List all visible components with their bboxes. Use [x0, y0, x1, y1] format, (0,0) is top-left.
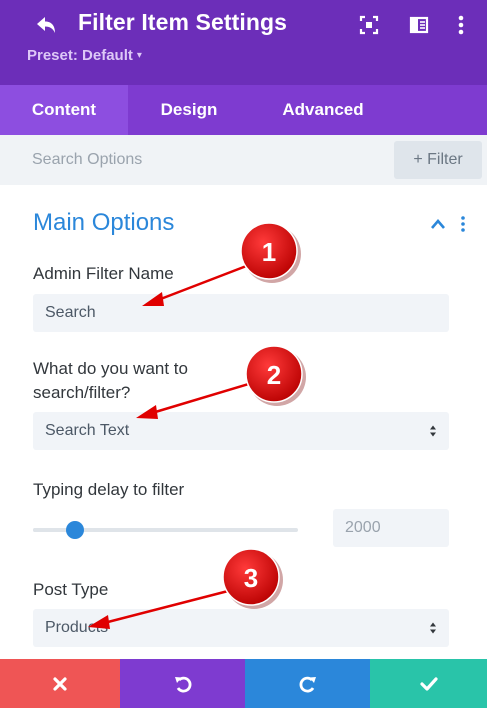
more-options-icon[interactable] — [450, 14, 472, 36]
settings-tabs: Content Design Advanced — [0, 85, 487, 135]
tab-content[interactable]: Content — [0, 85, 128, 135]
focus-mode-icon[interactable] — [358, 14, 380, 36]
post-type-label: Post Type — [33, 580, 109, 599]
search-filter-label-line1: What do you want to — [33, 359, 188, 378]
typing-delay-label: Typing delay to filter — [33, 480, 185, 499]
section-title[interactable]: Main Options — [33, 209, 174, 237]
annotation-number-1: 1 — [262, 237, 276, 267]
modal-title: Filter Item Settings — [78, 9, 288, 35]
post-type-select[interactable]: Products — [33, 609, 449, 647]
search-filter-select[interactable]: Search Text — [33, 412, 449, 450]
search-filter-label: What do you want to search/filter? — [33, 357, 188, 405]
select-arrows-icon — [430, 622, 436, 634]
preset-label: Preset: Default — [27, 47, 133, 64]
close-icon — [53, 676, 67, 691]
admin-filter-name-label: Admin Filter Name — [33, 264, 174, 283]
annotation-badge-1: 1 — [240, 222, 301, 283]
annotation-badge-3: 3 — [222, 548, 283, 609]
typing-delay-slider-handle[interactable] — [66, 521, 85, 539]
redo-icon — [299, 676, 316, 692]
chevron-down-icon: ▾ — [136, 50, 142, 61]
check-icon — [419, 676, 438, 691]
search-options-input[interactable]: Search Options — [32, 151, 142, 169]
tab-advanced[interactable]: Advanced — [258, 85, 388, 135]
add-filter-button[interactable]: + Filter — [394, 141, 482, 179]
section-more-icon[interactable] — [459, 215, 467, 233]
modal-footer — [0, 659, 487, 708]
undo-icon — [174, 676, 191, 692]
modal-header: Filter Item Settings Preset: Default ▾ — [0, 0, 487, 85]
preset-dropdown[interactable]: Preset: Default ▾ — [27, 47, 142, 64]
select-arrows-icon — [430, 425, 436, 437]
back-icon[interactable] — [34, 14, 58, 36]
save-button[interactable] — [370, 659, 487, 708]
annotation-number-2: 2 — [267, 360, 281, 390]
annotation-badge-2: 2 — [245, 345, 306, 406]
split-view-icon[interactable] — [408, 14, 430, 36]
search-filter-label-line2: search/filter? — [33, 383, 131, 402]
cancel-button[interactable] — [0, 659, 120, 708]
search-filter-value: Search Text — [45, 422, 130, 439]
post-type-value: Products — [45, 619, 109, 636]
typing-delay-input[interactable]: 2000 — [333, 509, 449, 547]
chevron-up-icon[interactable] — [430, 218, 446, 230]
admin-filter-name-input[interactable]: Search — [33, 294, 449, 332]
undo-button[interactable] — [120, 659, 245, 708]
annotation-number-3: 3 — [244, 563, 258, 593]
redo-button[interactable] — [245, 659, 370, 708]
tab-design[interactable]: Design — [128, 85, 250, 135]
